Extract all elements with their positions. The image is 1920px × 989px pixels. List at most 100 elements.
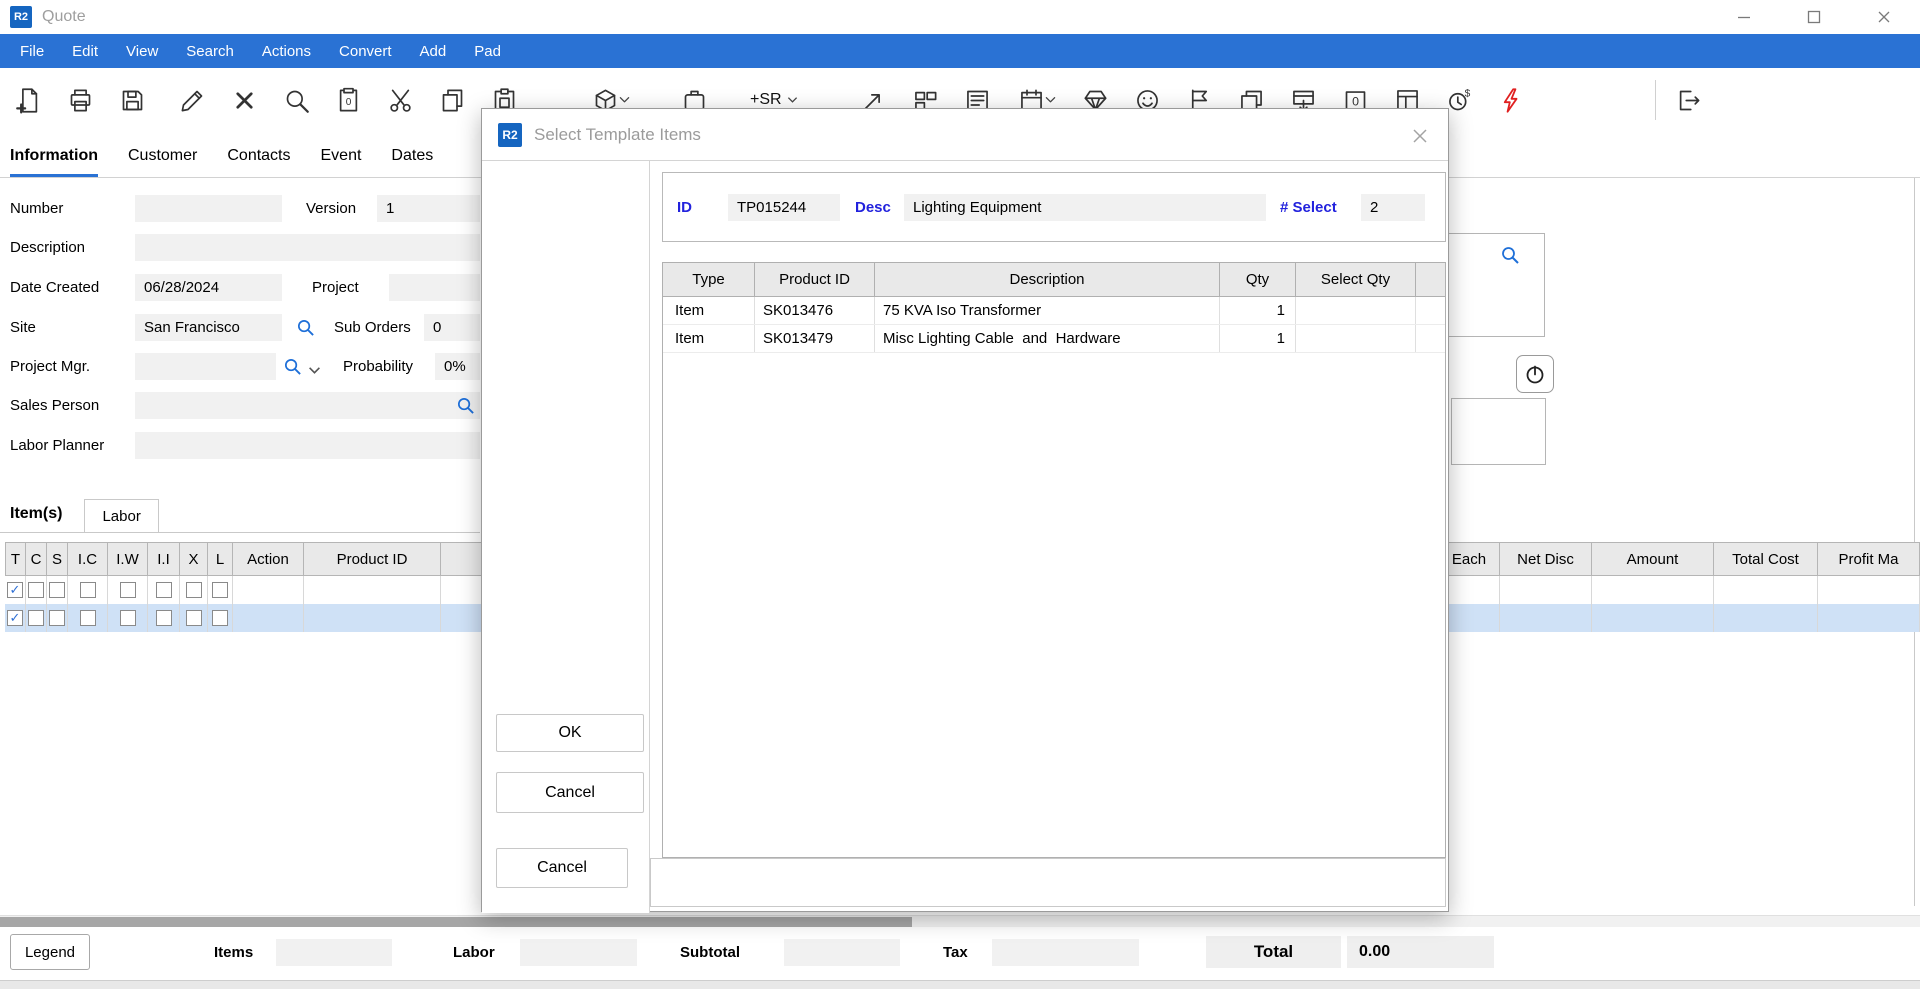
table-row[interactable]: Item SK013479 Misc Lighting Cable and Ha… <box>663 325 1445 353</box>
checkbox[interactable] <box>120 610 136 626</box>
project-field[interactable] <box>389 274 480 301</box>
col-x[interactable]: X <box>180 542 208 576</box>
date-created-field[interactable]: 06/28/2024 <box>135 274 282 301</box>
right-search-icon[interactable] <box>1500 245 1520 265</box>
menu-view[interactable]: View <box>112 34 172 68</box>
lightning-icon[interactable] <box>1492 76 1532 124</box>
table-row[interactable]: Item SK013476 75 KVA Iso Transformer 1 <box>663 297 1445 325</box>
chevron-down-icon[interactable] <box>787 91 798 109</box>
col-action[interactable]: Action <box>233 542 304 576</box>
labor-planner-field[interactable] <box>135 432 480 459</box>
template-id-field[interactable]: TP015244 <box>728 194 840 221</box>
cancel-button-secondary[interactable]: Cancel <box>496 848 628 888</box>
version-field[interactable]: 1 <box>377 195 480 222</box>
delete-x-icon[interactable] <box>224 76 264 124</box>
chevron-down-icon[interactable] <box>619 91 630 109</box>
checkbox[interactable] <box>7 610 23 626</box>
col-product-id[interactable]: Product ID <box>755 263 875 297</box>
checkbox[interactable] <box>120 582 136 598</box>
col-l[interactable]: L <box>208 542 233 576</box>
menu-pad[interactable]: Pad <box>460 34 515 68</box>
tab-customer[interactable]: Customer <box>128 134 197 177</box>
copy-count-icon[interactable]: 0 <box>328 76 368 124</box>
project-mgr-dropdown-icon[interactable] <box>308 362 321 380</box>
dialog-close-icon[interactable] <box>1408 124 1432 148</box>
cancel-button[interactable]: Cancel <box>496 772 644 813</box>
probability-field[interactable]: 0% <box>435 353 480 380</box>
template-desc-field[interactable]: Lighting Equipment <box>904 194 1266 221</box>
checkbox[interactable] <box>186 610 202 626</box>
project-mgr-field[interactable] <box>135 353 276 380</box>
number-label: Number <box>10 200 63 217</box>
copy-icon[interactable] <box>432 76 472 124</box>
checkbox[interactable] <box>156 610 172 626</box>
menu-convert[interactable]: Convert <box>325 34 406 68</box>
tab-contacts[interactable]: Contacts <box>227 134 290 177</box>
power-button[interactable] <box>1516 355 1554 393</box>
checkbox[interactable] <box>28 610 44 626</box>
description-field[interactable] <box>135 234 480 261</box>
menu-file[interactable]: File <box>6 34 58 68</box>
col-product-id[interactable]: Product ID <box>304 542 441 576</box>
col-iw[interactable]: I.W <box>108 542 148 576</box>
number-field[interactable] <box>135 195 282 222</box>
col-net-disc[interactable]: Net Disc <box>1500 542 1592 576</box>
select-count-field[interactable]: 2 <box>1361 194 1425 221</box>
col-t[interactable]: T <box>5 542 26 576</box>
col-c[interactable]: C <box>26 542 47 576</box>
checkbox[interactable] <box>156 582 172 598</box>
sub-orders-field[interactable]: 0 <box>424 314 480 341</box>
site-search-icon[interactable] <box>296 318 315 337</box>
col-qty[interactable]: Qty <box>1220 263 1296 297</box>
cell-select-qty[interactable] <box>1296 325 1416 352</box>
horizontal-scrollbar[interactable] <box>0 915 1920 927</box>
project-mgr-search-icon[interactable] <box>283 357 302 376</box>
checkbox[interactable] <box>80 610 96 626</box>
col-ic[interactable]: I.C <box>68 542 108 576</box>
ok-button[interactable]: OK <box>496 714 644 752</box>
col-amount[interactable]: Amount <box>1592 542 1714 576</box>
cut-icon[interactable] <box>380 76 420 124</box>
tab-dates[interactable]: Dates <box>391 134 433 177</box>
site-field[interactable]: San Francisco <box>135 314 282 341</box>
menu-add[interactable]: Add <box>406 34 461 68</box>
tab-labor[interactable]: Labor <box>84 499 158 532</box>
maximize-button[interactable] <box>1800 4 1828 30</box>
checkbox[interactable] <box>80 582 96 598</box>
minimize-button[interactable] <box>1730 4 1758 30</box>
checkbox[interactable] <box>49 582 65 598</box>
close-button[interactable] <box>1870 4 1898 30</box>
sales-person-search-icon[interactable] <box>456 396 475 415</box>
tab-event[interactable]: Event <box>321 134 362 177</box>
legend-button[interactable]: Legend <box>10 934 90 970</box>
scrollbar-thumb[interactable] <box>0 917 912 927</box>
col-total-cost[interactable]: Total Cost <box>1714 542 1818 576</box>
col-profit[interactable]: Profit Ma <box>1818 542 1920 576</box>
menu-actions[interactable]: Actions <box>248 34 325 68</box>
new-document-icon[interactable] <box>8 76 48 124</box>
tab-items[interactable]: Item(s) <box>10 505 62 532</box>
col-select-qty[interactable]: Select Qty <box>1296 263 1416 297</box>
checkbox[interactable] <box>28 582 44 598</box>
print-icon[interactable] <box>60 76 100 124</box>
checkbox[interactable] <box>186 582 202 598</box>
svg-text:0: 0 <box>1352 94 1359 108</box>
checkbox[interactable] <box>49 610 65 626</box>
col-ii[interactable]: I.I <box>148 542 180 576</box>
menu-search[interactable]: Search <box>172 34 248 68</box>
chevron-down-icon[interactable] <box>1045 91 1056 109</box>
search-icon[interactable] <box>276 76 316 124</box>
cell-select-qty[interactable] <box>1296 297 1416 324</box>
menu-edit[interactable]: Edit <box>58 34 112 68</box>
tab-information[interactable]: Information <box>10 134 98 177</box>
checkbox[interactable] <box>7 582 23 598</box>
edit-pencil-icon[interactable] <box>172 76 212 124</box>
col-s[interactable]: S <box>47 542 68 576</box>
sales-person-field[interactable] <box>135 392 480 419</box>
checkbox[interactable] <box>212 610 228 626</box>
col-description[interactable]: Description <box>875 263 1220 297</box>
exit-icon[interactable] <box>1668 76 1708 124</box>
checkbox[interactable] <box>212 582 228 598</box>
save-icon[interactable] <box>112 76 152 124</box>
col-type[interactable]: Type <box>663 263 755 297</box>
